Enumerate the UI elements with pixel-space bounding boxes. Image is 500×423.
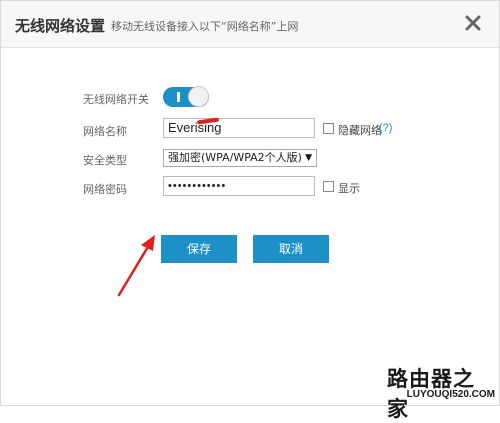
- network-name-input[interactable]: Everising: [163, 118, 315, 138]
- security-type-label: 安全类型: [83, 154, 127, 167]
- close-icon[interactable]: [463, 13, 483, 33]
- dialog-title: 无线网络设置: [15, 17, 106, 35]
- save-button[interactable]: 保存: [161, 235, 237, 263]
- dialog-subtitle: 移动无线设备接入以下“网络名称”上网: [111, 20, 299, 33]
- show-password-checkbox[interactable]: [323, 181, 334, 192]
- password-input[interactable]: ••••••••••••: [163, 176, 315, 196]
- show-password-label: 显示: [338, 182, 360, 195]
- wifi-toggle-switch[interactable]: [163, 86, 209, 107]
- security-type-value: 强加密(WPA/WPA2个人版): [168, 151, 302, 164]
- watermark-url: LUYOUQI520.COM: [406, 389, 495, 400]
- hide-network-checkbox[interactable]: [323, 123, 334, 134]
- site-watermark: 路由器之家 LUYOUQI520.COM: [387, 361, 499, 421]
- network-name-label: 网络名称: [83, 125, 127, 138]
- annotation-arrow-icon: [117, 235, 155, 297]
- toggle-on-indicator: [177, 92, 180, 102]
- security-type-select[interactable]: 强加密(WPA/WPA2个人版) ▼: [163, 149, 317, 167]
- password-label: 网络密码: [83, 183, 127, 196]
- dialog-header: 无线网络设置 移动无线设备接入以下“网络名称”上网: [1, 1, 499, 48]
- dropdown-arrow-icon: ▼: [305, 153, 312, 163]
- wireless-settings-dialog: 无线网络设置 移动无线设备接入以下“网络名称”上网 无线网络开关 网络名称 Ev…: [0, 0, 500, 421]
- cancel-button[interactable]: 取消: [253, 235, 329, 263]
- wifi-switch-label: 无线网络开关: [83, 93, 149, 106]
- help-link[interactable]: (?): [379, 122, 392, 134]
- toggle-knob: [188, 86, 209, 107]
- hide-network-label: 隐藏网络: [338, 124, 382, 137]
